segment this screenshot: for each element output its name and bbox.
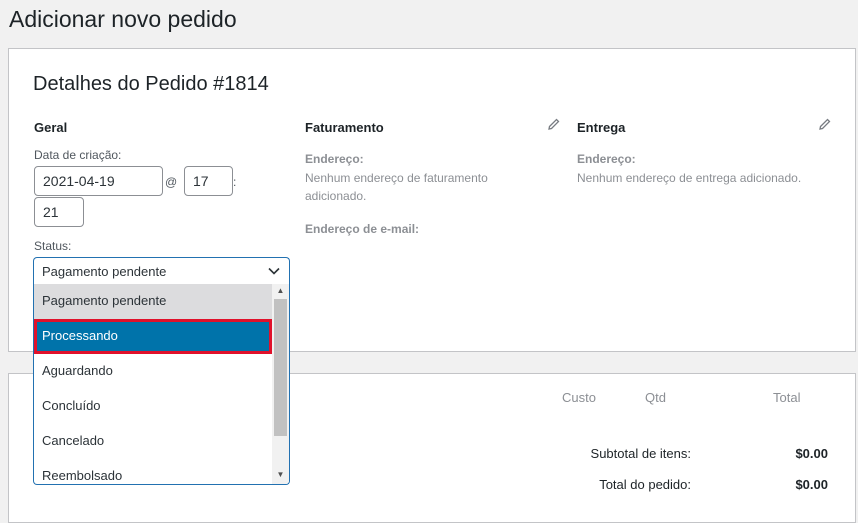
subtotal-label: Subtotal de itens:: [590, 446, 691, 461]
scroll-down-arrow-icon[interactable]: ▼: [272, 468, 289, 482]
shipping-address-label: Endereço:: [577, 152, 636, 166]
at-separator: @: [165, 175, 178, 189]
cost-column-header: Custo: [562, 390, 596, 405]
dropdown-scrollbar[interactable]: ▲ ▼: [272, 284, 289, 484]
pencil-icon[interactable]: [819, 118, 831, 130]
minute-input[interactable]: [34, 197, 84, 227]
status-selected-value: Pagamento pendente: [42, 264, 167, 279]
status-option-processing[interactable]: Processando: [34, 319, 272, 354]
status-option-cancelled[interactable]: Cancelado: [34, 424, 272, 459]
shipping-address-text: Nenhum endereço de entrega adicionado.: [577, 171, 802, 185]
pencil-icon[interactable]: [548, 118, 560, 130]
time-colon: :: [233, 175, 237, 189]
order-total-value: $0.00: [795, 477, 828, 492]
status-option-refunded[interactable]: Reembolsado: [34, 459, 272, 484]
creation-date-label: Data de criação:: [34, 148, 122, 162]
shipping-section-title: Entrega: [577, 120, 626, 135]
status-dropdown-list[interactable]: Pagamento pendente Processando Aguardand…: [33, 284, 290, 485]
status-option-completed[interactable]: Concluído: [34, 389, 272, 424]
order-heading: Detalhes do Pedido #1814: [33, 73, 269, 95]
status-select[interactable]: Pagamento pendente: [33, 257, 290, 284]
billing-email-label: Endereço de e-mail:: [305, 222, 420, 236]
page-title: Adicionar novo pedido: [9, 6, 237, 32]
scroll-up-arrow-icon[interactable]: ▲: [272, 284, 289, 298]
scrollbar-thumb[interactable]: [274, 299, 287, 436]
creation-date-input[interactable]: [34, 166, 163, 196]
status-label: Status:: [34, 239, 72, 253]
general-section-title: Geral: [34, 120, 68, 135]
qty-column-header: Qtd: [645, 390, 666, 405]
order-total-label: Total do pedido:: [599, 477, 691, 492]
total-column-header: Total: [773, 390, 801, 405]
hour-input[interactable]: [184, 166, 233, 196]
status-option-on-hold[interactable]: Aguardando: [34, 354, 272, 389]
subtotal-value: $0.00: [795, 446, 828, 461]
billing-address-text: Nenhum endereço de faturamento adicionad…: [305, 171, 488, 203]
billing-section-title: Faturamento: [305, 120, 384, 135]
chevron-down-icon: [268, 267, 280, 275]
billing-address-label: Endereço:: [305, 152, 364, 166]
status-option-pending[interactable]: Pagamento pendente: [34, 284, 272, 319]
